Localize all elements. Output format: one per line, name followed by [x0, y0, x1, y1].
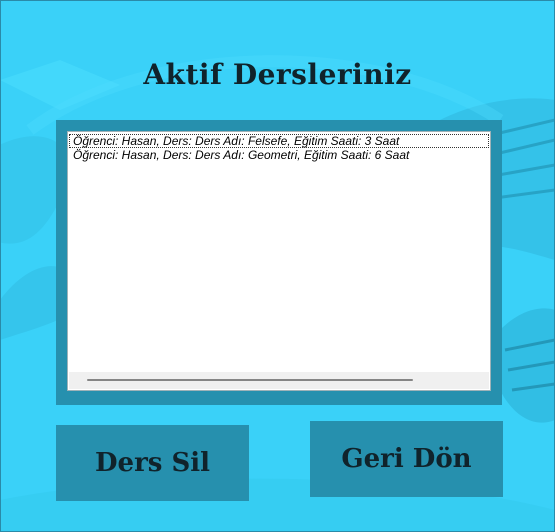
list-item[interactable]: Öğrenci: Hasan, Ders: Ders Adı: Geometri… [69, 148, 489, 162]
active-courses-listbox[interactable]: Öğrenci: Hasan, Ders: Ders Adı: Felsefe,… [67, 131, 491, 391]
scrollbar-thumb[interactable] [87, 379, 413, 381]
horizontal-scrollbar[interactable] [69, 372, 489, 389]
list-item[interactable]: Öğrenci: Hasan, Ders: Ders Adı: Felsefe,… [69, 134, 489, 148]
page-title: Aktif Dersleriniz [143, 58, 412, 91]
list-items-container: Öğrenci: Hasan, Ders: Ders Adı: Felsefe,… [69, 134, 489, 162]
delete-course-button[interactable]: Ders Sil [56, 425, 249, 501]
back-button[interactable]: Geri Dön [310, 421, 503, 497]
